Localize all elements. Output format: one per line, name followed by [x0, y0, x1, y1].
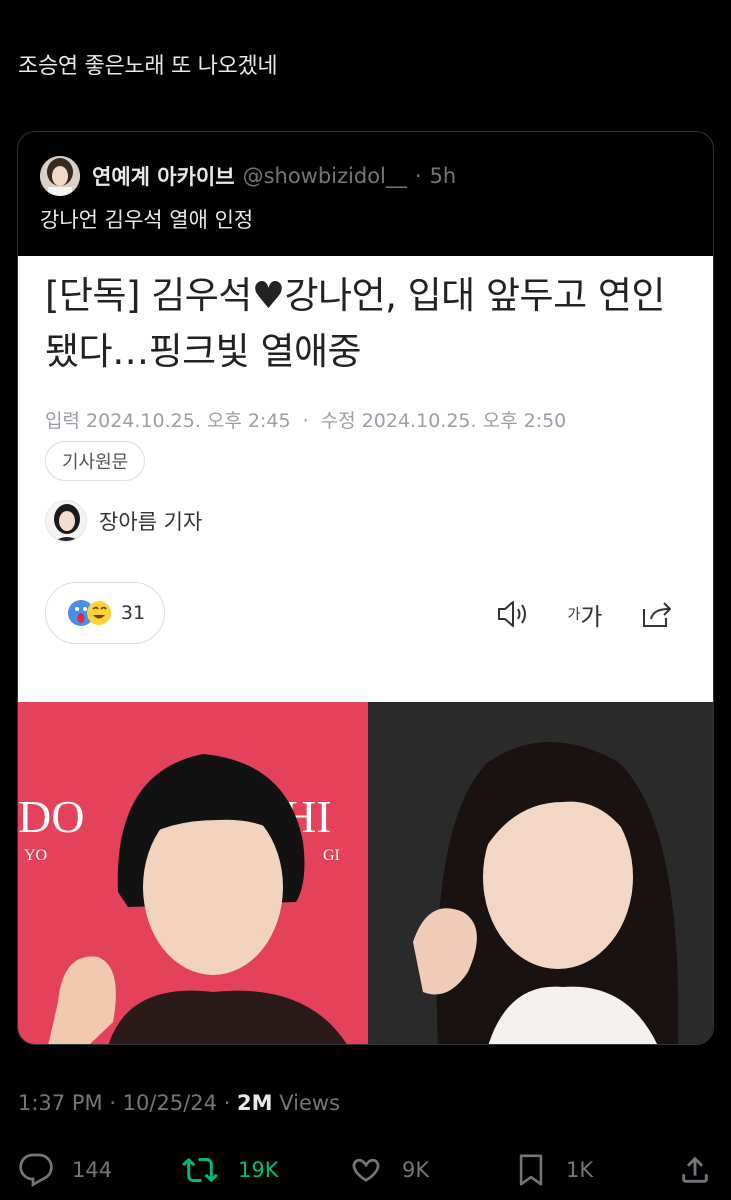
svg-text:DO: DO	[18, 791, 84, 842]
views-label: Views	[279, 1091, 341, 1115]
tweet-time[interactable]: 1:37 PM	[18, 1091, 103, 1115]
like-button[interactable]: 9K	[348, 1148, 429, 1192]
bookmark-button[interactable]: 1K	[514, 1148, 593, 1192]
heart-icon	[352, 1158, 380, 1182]
published-date: 2024.10.25. 오후 2:45	[86, 410, 291, 432]
tweet-date[interactable]: 10/25/24	[123, 1091, 217, 1115]
source-article-button[interactable]: 기사원문	[45, 441, 146, 481]
reaction-button[interactable]: 31	[45, 582, 165, 644]
quote-text: 강나언 김우석 열애 인정	[40, 208, 254, 232]
reporter-avatar	[45, 500, 87, 542]
retweet-button[interactable]: 19K	[180, 1148, 279, 1192]
bookmark-icon	[519, 1154, 543, 1186]
meta-separator: ·	[302, 410, 309, 432]
like-count: 9K	[402, 1158, 430, 1182]
article-photo[interactable]: DO YO HI GI	[18, 702, 713, 1044]
bookmark-count: 1K	[566, 1158, 594, 1182]
svg-text:YO: YO	[24, 847, 47, 864]
reporter: 장아름 기자	[45, 500, 202, 542]
retweet-count: 19K	[238, 1158, 279, 1182]
modified-label: 수정	[320, 410, 356, 432]
quote-time[interactable]: 5h	[430, 164, 457, 188]
tweet-meta: 1:37 PM · 10/25/24 · 2M Views	[18, 1091, 340, 1115]
reply-count: 144	[72, 1158, 113, 1182]
quote-author-name[interactable]: 연예계 아카이브	[92, 161, 235, 191]
views-count: 2M	[237, 1091, 273, 1115]
svg-text:GI: GI	[323, 847, 340, 864]
reply-icon	[19, 1153, 53, 1187]
quote-avatar[interactable]	[40, 156, 80, 196]
article-screenshot: [단독] 김우석♥강나언, 입대 앞두고 연인됐다…핑크빛 열애중 입력 202…	[18, 256, 713, 702]
meta-dot: ·	[223, 1091, 238, 1115]
share-icon[interactable]	[639, 596, 675, 632]
article-title: [단독] 김우석♥강나언, 입대 앞두고 연인됐다…핑크빛 열애중	[45, 274, 665, 373]
tweet-text: 조승연 좋은노래 또 나오겠네	[18, 54, 278, 79]
meta-dot: ·	[109, 1091, 123, 1115]
modified-date: 2024.10.25. 오후 2:50	[361, 410, 567, 432]
font-size-small-label: 가	[567, 607, 581, 623]
reporter-name: 장아름 기자	[99, 510, 203, 534]
quote-header: 연예계 아카이브 @showbizidol__ · 5h	[40, 156, 456, 196]
font-size-large-label: 가	[580, 602, 603, 631]
reaction-count: 31	[120, 602, 146, 624]
reply-button[interactable]: 144	[18, 1148, 112, 1192]
quote-tweet-card[interactable]: 연예계 아카이브 @showbizidol__ · 5h 강나언 김우석 열애 …	[17, 131, 714, 1045]
reaction-emoji-icon	[67, 600, 111, 626]
separator-dot: ·	[414, 164, 422, 188]
upload-share-icon	[682, 1156, 708, 1183]
retweet-icon	[182, 1157, 218, 1183]
speaker-icon[interactable]	[495, 596, 531, 632]
article-dates: 입력 2024.10.25. 오후 2:45 · 수정 2024.10.25. …	[45, 406, 566, 433]
tweet-actions: 144 19K 9K 1K	[18, 1148, 713, 1192]
published-label: 입력	[45, 410, 80, 432]
font-size-icon[interactable]: 가가	[567, 596, 603, 632]
share-button[interactable]	[678, 1148, 712, 1192]
article-tools: 가가	[495, 596, 675, 632]
quote-author-handle[interactable]: @showbizidol__	[243, 164, 407, 188]
